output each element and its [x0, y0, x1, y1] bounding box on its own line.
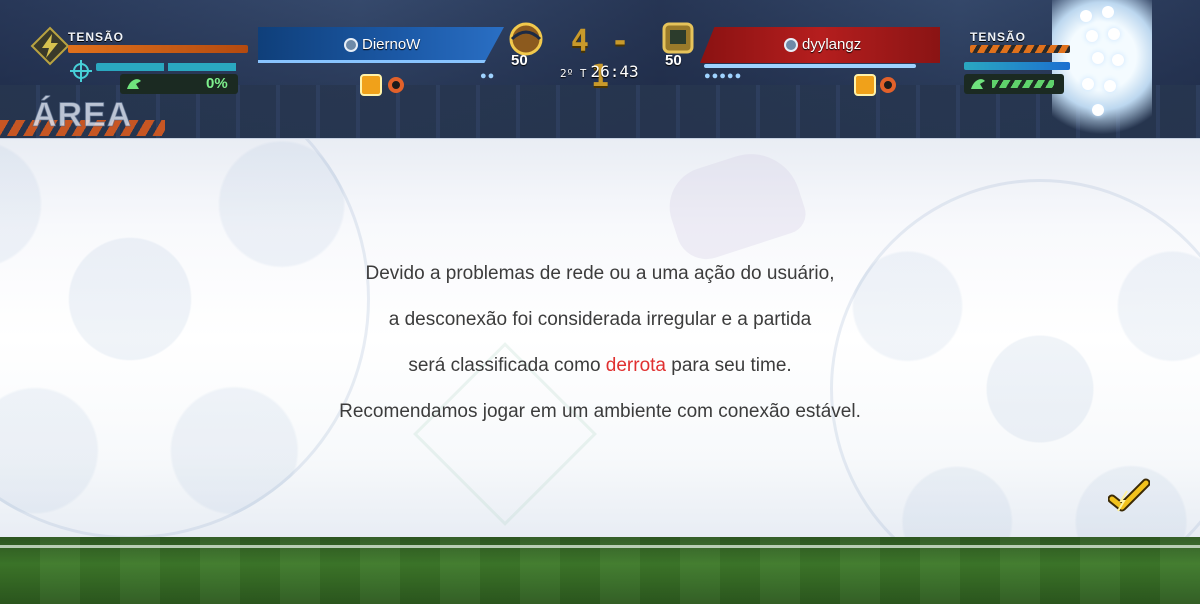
match-clock: 2º T 26:43	[560, 62, 639, 81]
message-line-3-before: será classificada como	[408, 355, 606, 376]
left-tension-percent: 0%	[206, 75, 228, 92]
steam-icon	[344, 38, 358, 52]
area-label: ÁREA	[31, 96, 133, 135]
kick-icon	[127, 79, 141, 89]
kick-icon	[971, 79, 985, 89]
right-energy-bar	[964, 62, 1070, 70]
message-line-3: será classificada como derrota para seu …	[200, 343, 1000, 389]
message-line-1: Devido a problemas de rede ou a uma ação…	[365, 263, 835, 284]
home-skill-badge-icon	[360, 74, 382, 96]
crosshair-icon	[70, 60, 92, 82]
boot-watermark	[659, 141, 811, 267]
right-kick-gauge	[992, 80, 1054, 88]
home-skill-ring-icon	[388, 77, 404, 93]
match-time: 26:43	[590, 62, 639, 81]
pitch-line	[0, 545, 1200, 548]
left-tension-label: TENSÃO	[68, 30, 125, 44]
home-team-number: 50	[511, 52, 528, 69]
scoreboard: 4 - 1	[556, 24, 646, 94]
message-line-4: Recomendamos jogar em um ambiente com co…	[339, 401, 861, 422]
defeat-highlight: derrota	[605, 355, 666, 376]
left-energy-bar	[96, 63, 238, 71]
pitch-grass	[0, 537, 1200, 604]
checkmark-icon[interactable]	[1108, 477, 1150, 517]
right-tension-bar	[970, 45, 1070, 53]
steam-icon	[784, 38, 798, 52]
away-skill-badge-icon	[854, 74, 876, 96]
right-kick-panel	[964, 74, 1064, 94]
home-stamina-drops: ●●	[480, 70, 496, 82]
away-team-number: 50	[665, 52, 682, 69]
right-tension-label: TENSÃO	[970, 30, 1027, 44]
score-separator: -	[611, 24, 632, 59]
left-tension-bar	[68, 45, 248, 53]
home-score: 4	[570, 24, 591, 59]
away-player-name: dyylangz	[802, 36, 862, 53]
disconnect-dialog: Devido a problemas de rede ou a uma ação…	[0, 138, 1200, 538]
home-player-name: DiernoW	[362, 36, 421, 53]
lightning-icon	[30, 26, 70, 66]
right-tension-panel: TENSÃO	[940, 0, 1080, 140]
message-line-3-after: para seu time.	[666, 355, 792, 376]
left-kick-panel: 0%	[120, 74, 238, 94]
match-half: 2º T	[560, 67, 587, 80]
away-skill-ring-icon	[880, 77, 896, 93]
away-stamina-bar	[704, 64, 916, 68]
away-stamina-drops: ●●●●●	[704, 70, 743, 82]
disconnect-message: Devido a problemas de rede ou a uma ação…	[200, 251, 1000, 435]
message-line-2: a desconexão foi considerada irregular e…	[388, 309, 812, 330]
